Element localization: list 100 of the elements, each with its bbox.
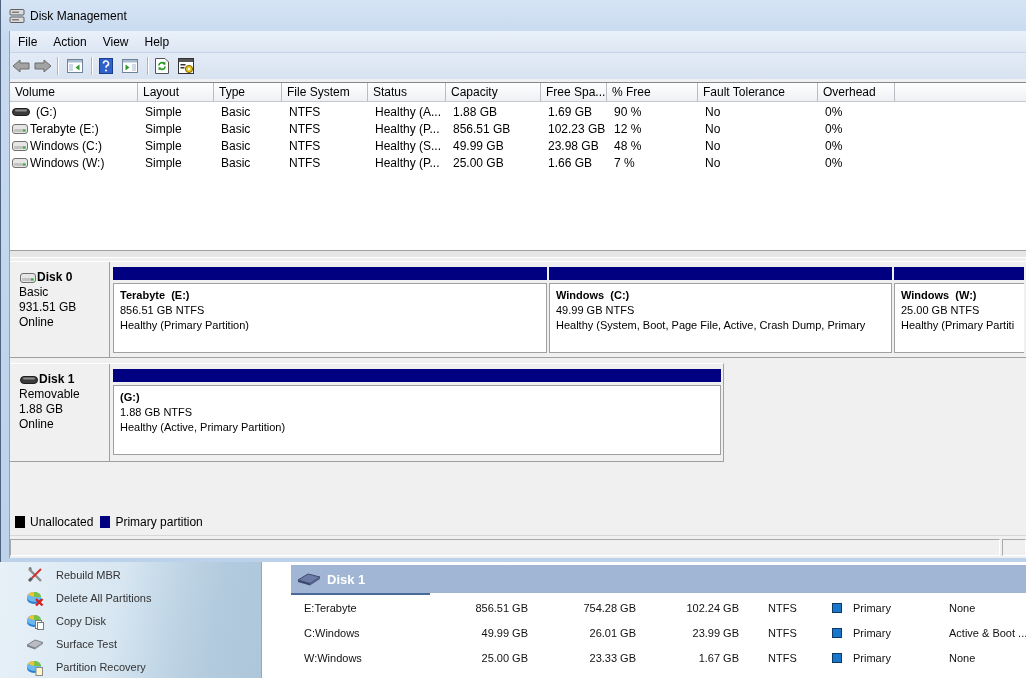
help-icon[interactable]: [99, 58, 113, 74]
tool-item[interactable]: Rebuild MBR: [0, 563, 261, 586]
table-cell-text: 23.98 GB: [547, 138, 600, 153]
column-header[interactable]: Type: [214, 83, 282, 101]
table-cell-text: 26.01 GB: [588, 626, 636, 639]
table-cell-text: 1.66 GB: [547, 155, 594, 170]
column-header[interactable]: Overhead: [818, 83, 895, 101]
partition-name: Windows (C:): [556, 288, 631, 303]
table-cell-text: 0%: [824, 121, 844, 136]
menu-item[interactable]: View: [94, 32, 137, 51]
table-cell-text: 1.67 GB: [697, 651, 739, 664]
disk-detail: 931.51 GB: [19, 300, 78, 315]
table-cell-text: 25.00 GB: [452, 155, 505, 170]
legend-label: Unallocated: [30, 515, 94, 529]
tool-item[interactable]: Copy Disk: [0, 609, 261, 632]
table-cell-text: NTFS: [767, 626, 798, 639]
tool-item[interactable]: Surface Test: [0, 632, 261, 655]
table-cell-text: 102.24 GB: [685, 601, 739, 614]
menu-item[interactable]: File: [10, 32, 46, 51]
partition-status: Healthy (Primary Partiti: [901, 318, 1016, 333]
column-header[interactable]: % Free: [607, 83, 698, 101]
column-header[interactable]: Volume: [10, 83, 138, 101]
partition-box[interactable]: Windows (W:) 25.00 GB NTFS Healthy (Primary Partiti: [894, 283, 1024, 353]
disk-name: Disk 1: [39, 372, 75, 387]
table-cell-text: 49.99 GB: [480, 626, 528, 639]
table-cell-text: 754.28 GB: [582, 601, 636, 614]
properties-icon[interactable]: [178, 58, 194, 74]
back-arrow-icon[interactable]: [12, 59, 30, 73]
menu-item[interactable]: Action: [45, 32, 95, 51]
table-cell-text: No: [704, 138, 722, 153]
table-cell-text: 23.33 GB: [588, 651, 636, 664]
table-cell: Active & Boot ...: [949, 626, 1026, 639]
table-cell-text: 102.23 GB: [547, 121, 607, 136]
table-cell-text: C:Windows: [304, 626, 361, 639]
table-cell-text: 49.99 GB: [452, 138, 505, 153]
partition-box[interactable]: Windows (C:) 49.99 GB NTFS Healthy (System, Boot, Page File, Active, Crash Dump, Primary: [549, 283, 892, 353]
table-cell-text: NTFS: [288, 104, 322, 119]
hard-drive-icon: [12, 123, 28, 134]
table-cell-text: Simple: [144, 104, 183, 119]
column-header[interactable]: Fault Tolerance: [698, 83, 818, 101]
pane-splitter[interactable]: [10, 250, 1026, 258]
table-cell-text: 25.00 GB: [480, 651, 528, 664]
table-cell-text: Basic: [220, 104, 252, 119]
table-cell-text: 0%: [824, 104, 844, 119]
partition-box[interactable]: (G:) 1.88 GB NTFS Healthy (Active, Primary Partition): [113, 385, 721, 455]
table-cell-text: Primary: [852, 651, 892, 664]
crossed-tools-icon: [26, 565, 44, 584]
table-cell-text: 90 %: [613, 104, 643, 119]
table-cell-text: Simple: [144, 155, 183, 170]
table-cell-text: Healthy (S...: [374, 138, 443, 153]
disk-detail: Removable: [19, 387, 81, 402]
table-cell-text: None: [949, 651, 977, 664]
removable-drive-icon: [20, 375, 38, 384]
table-cell-text: E:Terabyte: [304, 601, 358, 614]
menu-item[interactable]: Help: [136, 32, 178, 51]
hard-drive-icon: [297, 572, 321, 586]
table-cell-text: NTFS: [288, 155, 322, 170]
refresh-icon[interactable]: [155, 58, 169, 74]
table-cell-text: 7 %: [613, 155, 636, 170]
disk-detail: Online: [19, 315, 55, 330]
tool-item[interactable]: Partition Recovery: [0, 655, 261, 678]
table-cell-text: NTFS: [767, 651, 798, 664]
table-cell-text: W:Windows: [304, 651, 363, 664]
table-cell-text: NTFS: [288, 121, 322, 136]
partition-name: (G:): [120, 390, 141, 405]
table-cell-text: 1.69 GB: [547, 104, 594, 119]
window-pane-icon[interactable]: [67, 59, 83, 73]
disk-detail: 1.88 GB: [19, 402, 65, 417]
partition-box[interactable]: Terabyte (E:) 856.51 GB NTFS Healthy (Primary Partition): [113, 283, 547, 353]
disk-detail: Online: [19, 417, 55, 432]
column-header[interactable]: Layout: [138, 83, 214, 101]
table-cell-text: Simple: [144, 121, 183, 136]
table-cell-text: NTFS: [767, 601, 798, 614]
table-cell-text: 12 %: [613, 121, 643, 136]
table-cell-text: 0%: [824, 155, 844, 170]
window-title: Disk Management: [30, 8, 127, 23]
disk-title: Disk 1: [327, 571, 366, 587]
partition-name: Terabyte (E:): [120, 288, 191, 303]
volume-name: (G:): [36, 104, 57, 119]
column-header[interactable]: Capacity: [446, 83, 541, 101]
table-cell-text: Healthy (P...: [374, 121, 441, 136]
volume-name: Windows (C:): [30, 138, 102, 153]
table-cell-text: Basic: [220, 155, 252, 170]
tool-item[interactable]: Delete All Partitions: [0, 586, 261, 609]
table-cell-text: 1.88 GB: [452, 104, 499, 119]
disk-drives-icon: [9, 7, 25, 24]
table-cell-text: Primary: [852, 626, 892, 639]
column-header[interactable]: Status: [368, 83, 446, 101]
table-cell-text: 0%: [824, 138, 844, 153]
hard-drive-icon: [20, 272, 36, 283]
table-cell-text: Healthy (A...: [374, 104, 443, 119]
table-cell-text: None: [949, 601, 977, 614]
window-pane-icon[interactable]: [122, 59, 138, 73]
forward-arrow-icon[interactable]: [34, 59, 52, 73]
hard-drive-icon: [12, 157, 28, 168]
partition-size: 25.00 GB NTFS: [901, 303, 981, 318]
column-header[interactable]: File System: [282, 83, 368, 101]
column-header[interactable]: Free Spa...: [541, 83, 607, 101]
table-cell-text: Primary: [852, 601, 892, 614]
partition-swatch-icon: [832, 627, 842, 638]
